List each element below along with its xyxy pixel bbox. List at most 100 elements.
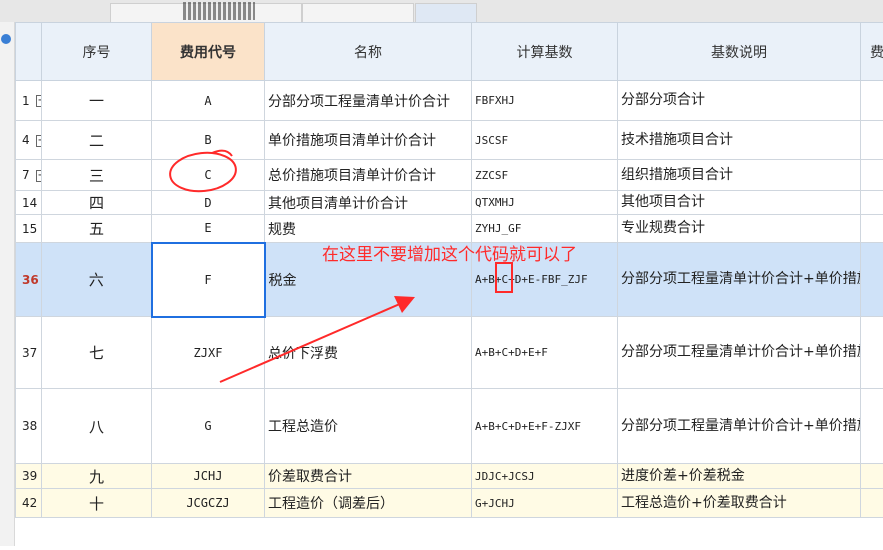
table-row[interactable]: 4+二B单价措施项目清单计价合计JSCSF技术措施项目合计 xyxy=(16,121,883,160)
table-header-row: 序号 费用代号 名称 计算基数 基数说明 费 xyxy=(16,23,883,81)
base-cell[interactable]: ZYHJ_GF xyxy=(472,215,618,243)
col-seq-header[interactable]: 序号 xyxy=(42,23,152,81)
code-cell[interactable]: G xyxy=(152,389,265,464)
rate-cell[interactable] xyxy=(861,317,883,389)
panel-toggle-icon[interactable] xyxy=(1,34,11,44)
rate-cell[interactable] xyxy=(861,243,883,317)
seq-cell[interactable]: 一 xyxy=(42,81,152,121)
base-cell[interactable]: A+B+C+D+E-FBF_ZJF xyxy=(472,243,618,317)
qr-code-icon xyxy=(183,2,255,20)
seq-cell[interactable]: 二 xyxy=(42,121,152,160)
rate-cell[interactable] xyxy=(861,160,883,191)
row-number: 15 xyxy=(22,222,37,236)
col-base-header[interactable]: 计算基数 xyxy=(472,23,618,81)
name-cell[interactable]: 工程总造价 xyxy=(265,389,472,464)
row-number: 42 xyxy=(22,496,37,510)
seq-cell[interactable]: 四 xyxy=(42,191,152,215)
desc-cell[interactable]: 进度价差+价差税金 xyxy=(618,464,861,489)
base-cell[interactable]: G+JCHJ xyxy=(472,489,618,518)
expand-icon[interactable]: + xyxy=(36,170,42,182)
base-cell[interactable]: A+B+C+D+E+F xyxy=(472,317,618,389)
code-cell[interactable]: A xyxy=(152,81,265,121)
seq-cell[interactable]: 七 xyxy=(42,317,152,389)
col-code-header[interactable]: 费用代号 xyxy=(152,23,265,81)
seq-cell[interactable]: 十 xyxy=(42,489,152,518)
col-desc-header[interactable]: 基数说明 xyxy=(618,23,861,81)
code-cell[interactable]: F xyxy=(152,243,265,317)
row-number-cell[interactable]: 38 xyxy=(16,389,42,464)
name-cell[interactable]: 规费 xyxy=(265,215,472,243)
desc-cell[interactable]: 专业规费合计 xyxy=(618,215,861,243)
table-row[interactable]: 42 十JCGCZJ工程造价（调差后）G+JCHJ工程总造价+价差取费合计 xyxy=(16,489,883,518)
desc-cell[interactable]: 组织措施项目合计 xyxy=(618,160,861,191)
desc-cell[interactable]: 分部分项工程量清单计价合计+单价措施项目清单计价合计+总价措施项目清单计价合计+… xyxy=(618,389,861,464)
table-row[interactable]: 37七ZJXF总价下浮费A+B+C+D+E+F分部分项工程量清单计价合计+单价措… xyxy=(16,317,883,389)
rate-cell[interactable] xyxy=(861,191,883,215)
desc-cell[interactable]: 分部分项合计 xyxy=(618,81,861,121)
row-number-cell[interactable]: 36 xyxy=(16,243,42,317)
desc-cell[interactable]: 工程总造价+价差取费合计 xyxy=(618,489,861,518)
desc-cell[interactable]: 技术措施项目合计 xyxy=(618,121,861,160)
code-cell[interactable]: JCHJ xyxy=(152,464,265,489)
table-row[interactable]: 7+三C总价措施项目清单计价合计ZZCSF组织措施项目合计 xyxy=(16,160,883,191)
row-number: 39 xyxy=(22,469,37,483)
name-cell[interactable]: 税金 xyxy=(265,243,472,317)
code-cell[interactable]: E xyxy=(152,215,265,243)
col-rate-header[interactable]: 费 xyxy=(861,23,883,81)
code-cell[interactable]: C xyxy=(152,160,265,191)
desc-cell[interactable]: 分部分项工程量清单计价合计+单价措施项目清单计价合计+总价措施项目清单计价合计+… xyxy=(618,243,861,317)
base-cell[interactable]: A+B+C+D+E+F-ZJXF xyxy=(472,389,618,464)
row-number-cell[interactable]: 37 xyxy=(16,317,42,389)
rate-cell[interactable] xyxy=(861,81,883,121)
code-cell[interactable]: B xyxy=(152,121,265,160)
rate-cell[interactable] xyxy=(861,464,883,489)
rate-cell[interactable] xyxy=(861,489,883,518)
expand-icon[interactable]: + xyxy=(36,135,42,147)
table-row[interactable]: 14四D其他项目清单计价合计QTXMHJ其他项目合计 xyxy=(16,191,883,215)
rate-cell[interactable] xyxy=(861,121,883,160)
col-name-header[interactable]: 名称 xyxy=(265,23,472,81)
base-cell[interactable]: ZZCSF xyxy=(472,160,618,191)
table-row[interactable]: 36六F税金A+B+C+D+E-FBF_ZJF分部分项工程量清单计价合计+单价措… xyxy=(16,243,883,317)
row-number: 7 xyxy=(22,168,30,182)
tab-c[interactable] xyxy=(415,3,477,23)
name-cell[interactable]: 分部分项工程量清单计价合计 xyxy=(265,81,472,121)
desc-cell[interactable]: 分部分项工程量清单计价合计+单价措施项目清单计价合计+总价措施项目清单计价合计+… xyxy=(618,317,861,389)
name-cell[interactable]: 单价措施项目清单计价合计 xyxy=(265,121,472,160)
table-row[interactable]: 1+一A分部分项工程量清单计价合计FBFXHJ分部分项合计 xyxy=(16,81,883,121)
rate-cell[interactable] xyxy=(861,215,883,243)
row-number-cell[interactable]: 14 xyxy=(16,191,42,215)
base-cell[interactable]: QTXMHJ xyxy=(472,191,618,215)
table-row[interactable]: 15+五E规费ZYHJ_GF专业规费合计 xyxy=(16,215,883,243)
name-cell[interactable]: 价差取费合计 xyxy=(265,464,472,489)
name-cell[interactable]: 总价措施项目清单计价合计 xyxy=(265,160,472,191)
row-number-cell[interactable]: 42 xyxy=(16,489,42,518)
seq-cell[interactable]: 三 xyxy=(42,160,152,191)
name-cell[interactable]: 总价下浮费 xyxy=(265,317,472,389)
seq-cell[interactable]: 九 xyxy=(42,464,152,489)
seq-cell[interactable]: 六 xyxy=(42,243,152,317)
desc-cell[interactable]: 其他项目合计 xyxy=(618,191,861,215)
tab-b[interactable] xyxy=(302,3,414,23)
code-cell[interactable]: ZJXF xyxy=(152,317,265,389)
name-cell[interactable]: 其他项目清单计价合计 xyxy=(265,191,472,215)
base-cell[interactable]: JDJC+JCSJ xyxy=(472,464,618,489)
row-number-cell[interactable]: 4+ xyxy=(16,121,42,160)
left-side-panel xyxy=(0,22,15,546)
row-number-cell[interactable]: 7+ xyxy=(16,160,42,191)
expand-icon[interactable]: + xyxy=(36,95,42,107)
seq-cell[interactable]: 八 xyxy=(42,389,152,464)
row-number-cell[interactable]: 1+ xyxy=(16,81,42,121)
row-number-cell[interactable]: 15+ xyxy=(16,215,42,243)
row-number: 4 xyxy=(22,133,30,147)
table-row[interactable]: 38八G工程总造价A+B+C+D+E+F-ZJXF分部分项工程量清单计价合计+单… xyxy=(16,389,883,464)
base-cell[interactable]: FBFXHJ xyxy=(472,81,618,121)
rate-cell[interactable] xyxy=(861,389,883,464)
code-cell[interactable]: JCGCZJ xyxy=(152,489,265,518)
row-number-cell[interactable]: 39+ xyxy=(16,464,42,489)
table-row[interactable]: 39+九JCHJ价差取费合计JDJC+JCSJ进度价差+价差税金 xyxy=(16,464,883,489)
name-cell[interactable]: 工程造价（调差后） xyxy=(265,489,472,518)
seq-cell[interactable]: 五 xyxy=(42,215,152,243)
base-cell[interactable]: JSCSF xyxy=(472,121,618,160)
code-cell[interactable]: D xyxy=(152,191,265,215)
